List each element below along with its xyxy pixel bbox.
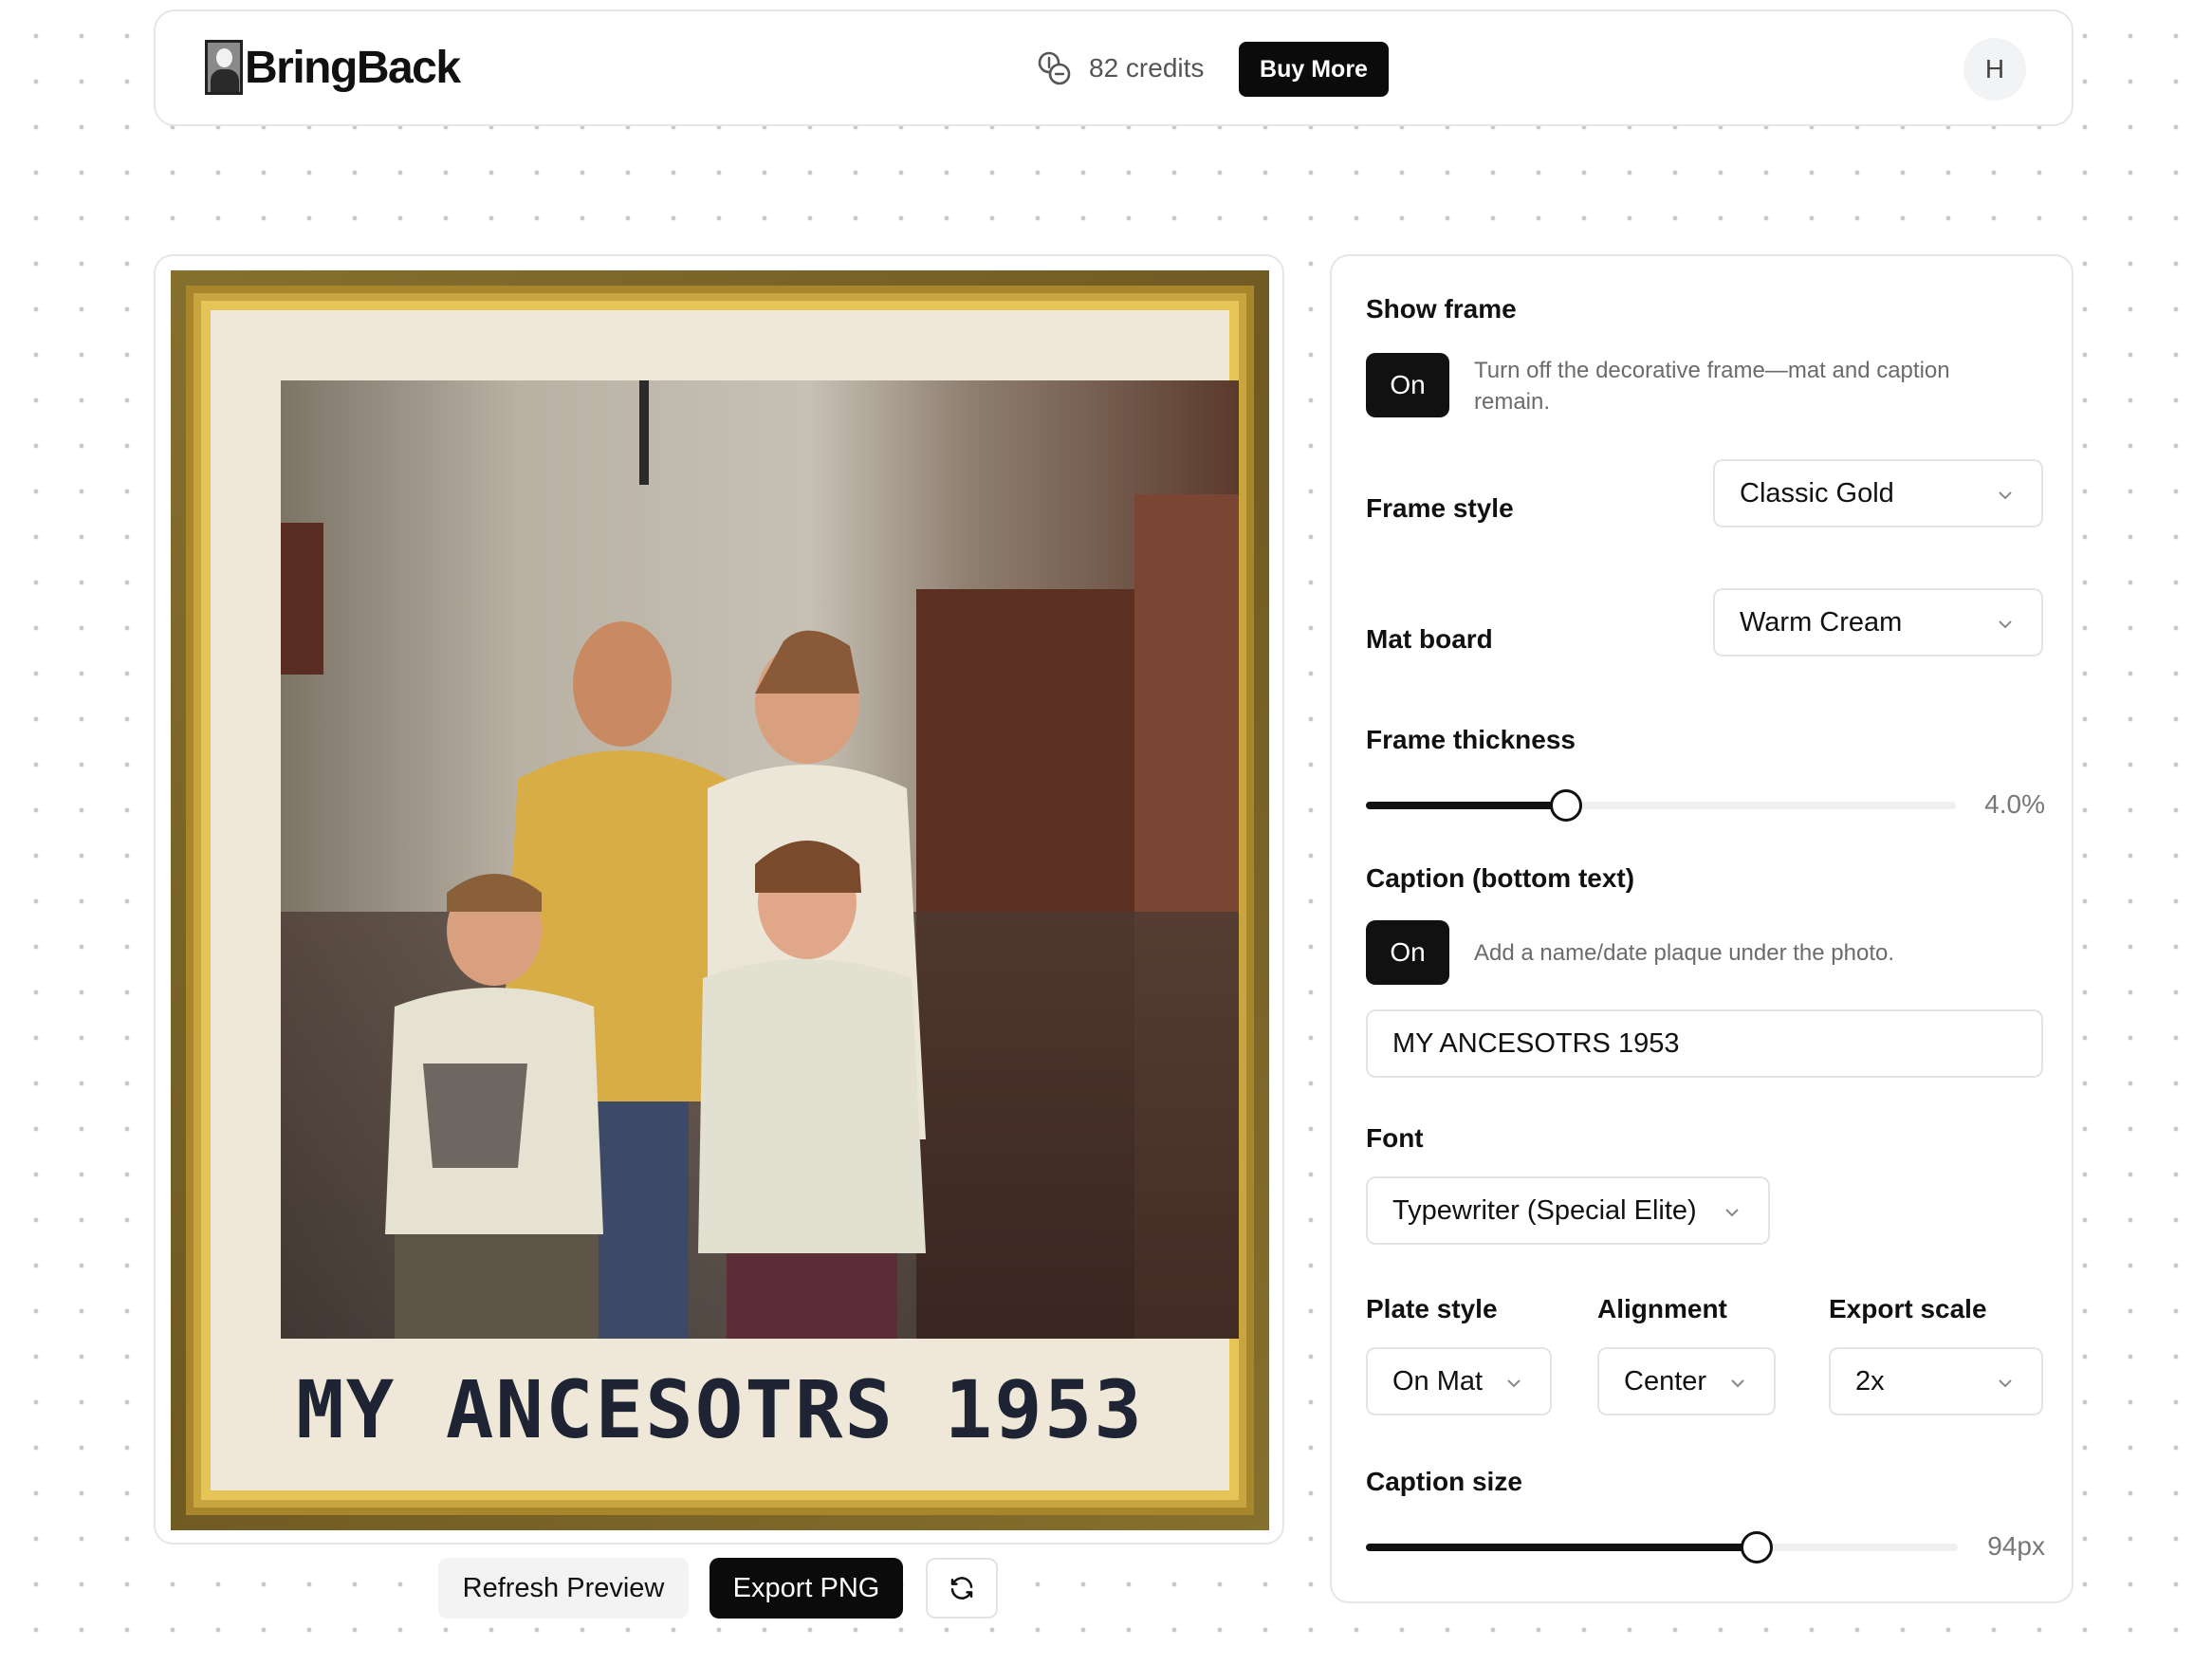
frame-thickness-value: 4.0% — [1984, 789, 2045, 819]
caption-plaque-text: MY ANCESOTRS 1953 — [296, 1363, 1144, 1456]
frame-thickness-slider[interactable] — [1366, 786, 1956, 823]
chevron-down-icon — [1999, 620, 2012, 629]
caption-text-input[interactable] — [1366, 1009, 2043, 1078]
export-scale-select[interactable]: 2x — [1829, 1347, 2043, 1415]
top-bar: BringBack 82 credits Buy More H — [154, 9, 2074, 126]
chevron-down-icon — [1999, 491, 2012, 500]
caption-toggle[interactable]: On — [1366, 920, 1449, 985]
caption-size-slider[interactable] — [1366, 1527, 1958, 1565]
family-photo — [281, 380, 1239, 1339]
font-select[interactable]: Typewriter (Special Elite) — [1366, 1176, 1770, 1245]
chevron-down-icon — [1507, 1379, 1521, 1388]
coins-icon — [1038, 51, 1071, 85]
alignment-select[interactable]: Center — [1597, 1347, 1776, 1415]
frame-thickness-fill — [1366, 802, 1566, 809]
font-value: Typewriter (Special Elite) — [1392, 1194, 1697, 1226]
caption-size-thumb[interactable] — [1741, 1531, 1773, 1563]
show-frame-toggle[interactable]: On — [1366, 353, 1449, 417]
credits-count: 82 credits — [1089, 53, 1205, 83]
alignment-value: Center — [1624, 1365, 1707, 1397]
credits-display: 82 credits — [1036, 49, 1204, 87]
sync-button[interactable] — [926, 1558, 998, 1619]
buy-more-button[interactable]: Buy More — [1239, 42, 1389, 97]
logo[interactable]: BringBack — [205, 40, 461, 95]
plate-style-label: Plate style — [1366, 1294, 1498, 1323]
export-scale-label: Export scale — [1829, 1294, 1987, 1323]
frame-thickness-thumb[interactable] — [1550, 789, 1582, 822]
avatar[interactable]: H — [1963, 38, 2026, 101]
mat-board-label: Mat board — [1366, 624, 1493, 654]
font-label: Font — [1366, 1123, 1424, 1153]
caption-size-value: 94px — [1987, 1531, 2045, 1561]
frame-style-label: Frame style — [1366, 493, 1514, 523]
frame-style-select[interactable]: Classic Gold — [1713, 459, 2043, 527]
caption-label: Caption (bottom text) — [1366, 863, 1635, 893]
refresh-preview-button[interactable]: Refresh Preview — [438, 1558, 689, 1619]
mat-board-select[interactable]: Warm Cream — [1713, 588, 2043, 657]
caption-help: Add a name/date plaque under the photo. — [1474, 940, 1895, 966]
preview-panel: MY ANCESOTRS 1953 — [154, 254, 1284, 1545]
photo-image — [281, 380, 1239, 1339]
logo-portrait-icon — [205, 40, 243, 95]
export-png-button[interactable]: Export PNG — [710, 1558, 903, 1619]
chevron-down-icon — [1999, 1379, 2012, 1388]
show-frame-label: Show frame — [1366, 294, 1517, 324]
refresh-icon — [950, 1577, 973, 1600]
caption-size-fill — [1366, 1544, 1757, 1551]
caption-size-label: Caption size — [1366, 1467, 1522, 1496]
decorative-frame: MY ANCESOTRS 1953 — [171, 270, 1269, 1530]
frame-thickness-label: Frame thickness — [1366, 725, 1576, 754]
chevron-down-icon — [1731, 1379, 1744, 1388]
show-frame-help: Turn off the decorative frame—mat and ca… — [1474, 358, 1950, 415]
export-scale-value: 2x — [1855, 1365, 1885, 1397]
mat-board-value: Warm Cream — [1740, 606, 1903, 638]
plate-style-select[interactable]: On Mat — [1366, 1347, 1552, 1415]
app-name: BringBack — [245, 42, 461, 93]
alignment-label: Alignment — [1597, 1294, 1727, 1323]
chevron-down-icon — [1725, 1209, 1739, 1217]
mat-board: MY ANCESOTRS 1953 — [211, 310, 1239, 1490]
settings-panel: Show frame On Turn off the decorative fr… — [1330, 254, 2074, 1603]
frame-style-value: Classic Gold — [1740, 477, 1894, 509]
plate-style-value: On Mat — [1392, 1365, 1484, 1397]
